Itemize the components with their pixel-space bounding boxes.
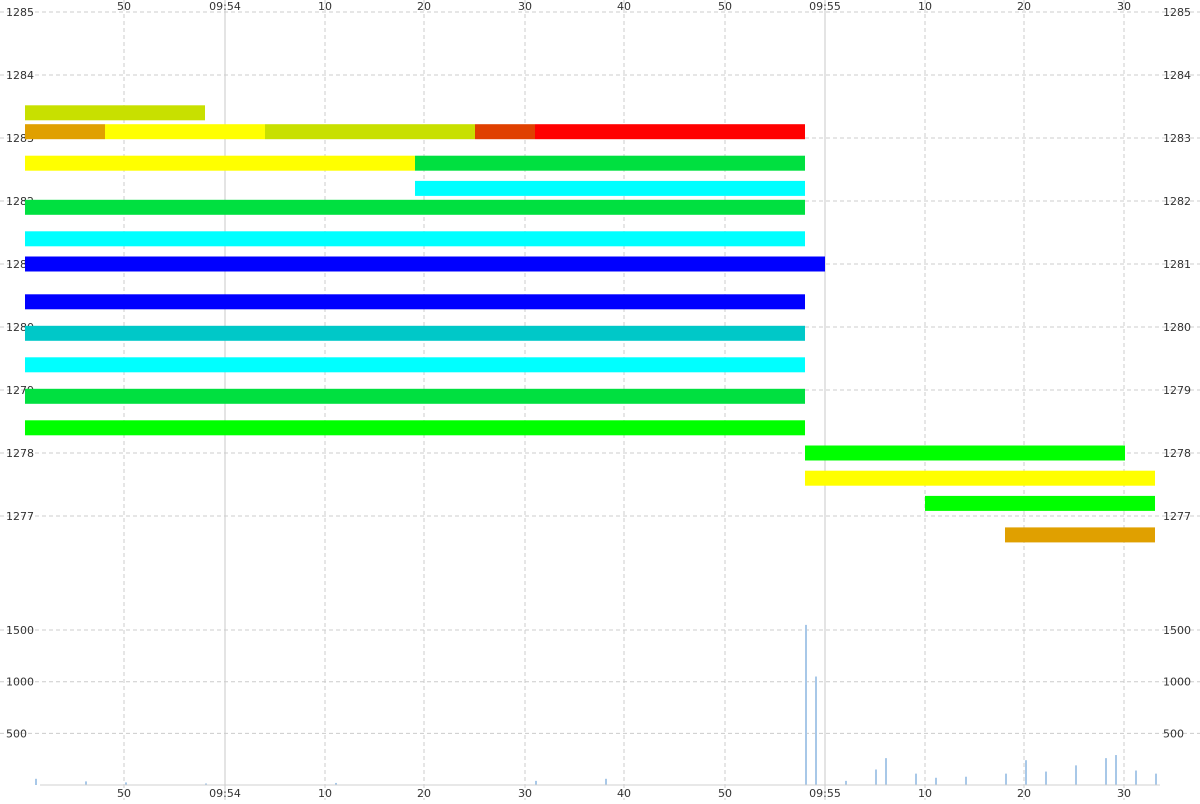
heatmap-cell — [475, 124, 535, 140]
volume-bar — [1025, 760, 1027, 785]
volume-bar — [1155, 773, 1157, 785]
volume-bar — [1045, 771, 1047, 785]
heatmap-cell — [415, 155, 805, 171]
volume-bar — [915, 773, 917, 785]
heatmap-cell — [265, 124, 475, 140]
x-tick-label-top: 50 — [117, 0, 131, 13]
x-tick-label-bottom: 09:54 — [209, 787, 241, 800]
chart-figure: 1285 1285 1284 1284 1283 1283 1282 1282 1281 1281… — [0, 0, 1200, 800]
volume-bar — [965, 776, 967, 785]
volume-bar — [35, 778, 37, 785]
heatmap-cell — [25, 388, 805, 404]
x-tick-label-bottom: 09:55 — [809, 787, 841, 800]
heatmap-cell — [25, 105, 205, 121]
x-tick-label-bottom: 30 — [1117, 787, 1131, 800]
x-tick-label-bottom: 10 — [918, 787, 932, 800]
y-tick-label-left: 1285 — [6, 6, 34, 19]
heatmap-cell — [25, 420, 805, 436]
chart-svg: 1285 12851284 12841283 12831282 12821281 1281… — [0, 0, 1200, 800]
volume-bar — [805, 624, 807, 785]
heatmap-cell — [925, 495, 1155, 511]
volume-bar — [1135, 770, 1137, 785]
heatmap-cell — [805, 445, 1125, 461]
heatmap-cell — [25, 325, 805, 341]
y-tick-label-left: 1278 — [6, 447, 34, 460]
y-tick-label-right: 1283 — [1163, 132, 1191, 145]
y-tick-label-right: 1278 — [1163, 447, 1191, 460]
x-tick-label-top: 09:54 — [209, 0, 241, 13]
x-tick-label-bottom: 10 — [318, 787, 332, 800]
heatmap-cell — [805, 470, 1155, 486]
heatmap-cell — [25, 294, 805, 310]
volume-bar — [845, 780, 847, 785]
x-tick-label-top: 30 — [1117, 0, 1131, 13]
x-tick-label-top: 40 — [617, 0, 631, 13]
volume-bar — [935, 777, 937, 785]
y-tick-label-right: 1284 — [1163, 69, 1191, 82]
volume-bar — [1005, 773, 1007, 785]
y-tick-label-right: 1282 — [1163, 195, 1191, 208]
x-tick-label-top: 10 — [918, 0, 932, 13]
x-tick-label-top: 50 — [718, 0, 732, 13]
x-tick-label-top: 30 — [518, 0, 532, 13]
volume-tick-label-left: 1000 — [6, 676, 34, 689]
x-tick-label-bottom: 20 — [1017, 787, 1031, 800]
volume-bar — [875, 769, 877, 785]
volume-bar — [1105, 758, 1107, 785]
y-tick-label-left: 1277 — [6, 510, 34, 523]
heatmap-cell — [25, 256, 825, 272]
heatmap-cell — [25, 155, 415, 171]
x-tick-label-top: 10 — [318, 0, 332, 13]
y-tick-label-right: 1285 — [1163, 6, 1191, 19]
y-tick-label-right: 1281 — [1163, 258, 1191, 271]
volume-bar — [85, 781, 87, 785]
heatmap-cell — [105, 124, 265, 140]
heatmap-cell — [25, 124, 105, 140]
x-tick-label-top: 20 — [417, 0, 431, 13]
y-tick-label-right: 1280 — [1163, 321, 1191, 334]
volume-bar — [535, 780, 537, 785]
y-tick-label-right: 1277 — [1163, 510, 1191, 523]
heatmap-cell — [25, 231, 805, 247]
volume-tick-label-right: 1500 — [1163, 624, 1191, 637]
x-tick-label-bottom: 20 — [417, 787, 431, 800]
volume-bar — [815, 676, 817, 785]
volume-bar — [1075, 765, 1077, 785]
volume-tick-label-left: 500 — [6, 727, 27, 740]
heatmap-cell — [415, 180, 805, 196]
volume-bar — [605, 778, 607, 785]
volume-tick-label-right: 500 — [1163, 727, 1184, 740]
heatmap-cell — [535, 124, 805, 140]
volume-bar — [1115, 755, 1117, 785]
x-tick-label-top: 09:55 — [809, 0, 841, 13]
x-tick-label-bottom: 50 — [117, 787, 131, 800]
heatmap-cell — [1005, 527, 1155, 543]
volume-tick-label-right: 1000 — [1163, 676, 1191, 689]
x-tick-label-bottom: 30 — [518, 787, 532, 800]
y-tick-label-right: 1279 — [1163, 384, 1191, 397]
x-tick-label-bottom: 50 — [718, 787, 732, 800]
volume-bar — [885, 758, 887, 785]
heatmap-cell — [25, 199, 805, 215]
x-tick-label-top: 20 — [1017, 0, 1031, 13]
volume-tick-label-left: 1500 — [6, 624, 34, 637]
y-tick-label-left: 1284 — [6, 69, 34, 82]
heatmap-cell — [25, 357, 805, 373]
x-tick-label-bottom: 40 — [617, 787, 631, 800]
